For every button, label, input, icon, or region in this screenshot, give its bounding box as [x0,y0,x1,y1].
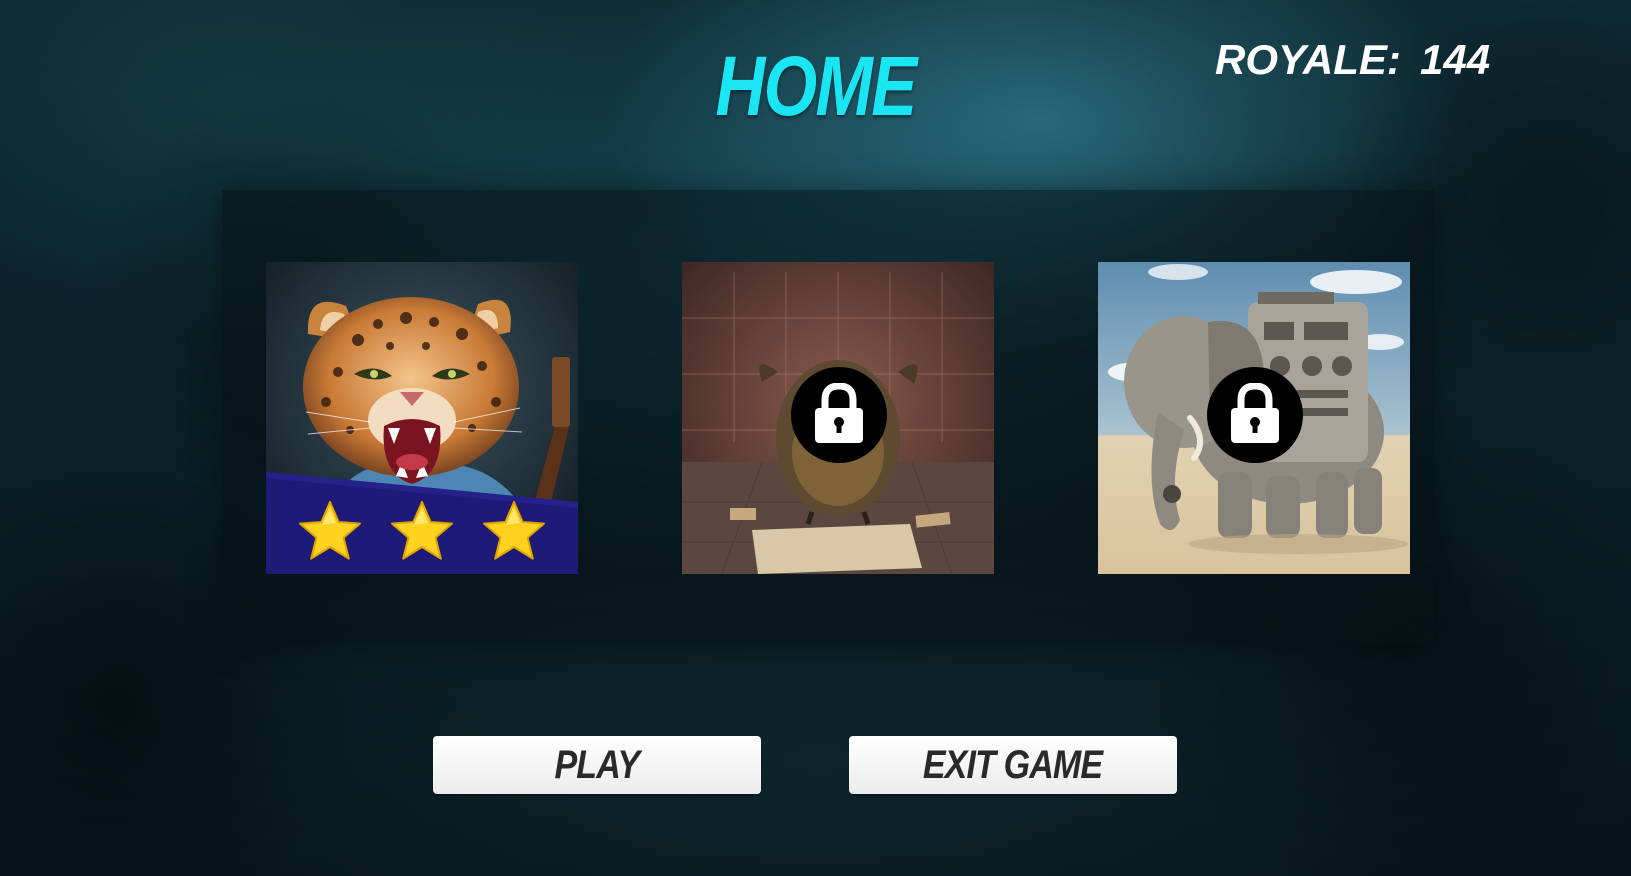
lock-badge [791,367,887,463]
exit-game-button-label: EXIT GAME [923,743,1103,787]
star-icon [299,501,361,560]
play-button[interactable]: PLAY [433,736,761,794]
lock-icon [1231,383,1279,443]
score-display: ROYALE: 144 [1215,36,1515,96]
star-rating [266,494,578,574]
star-icon [391,501,453,560]
play-button-label: PLAY [554,743,641,787]
score-label: ROYALE: [1215,36,1401,83]
score-value: 144 [1420,36,1491,83]
exit-game-button[interactable]: EXIT GAME [849,736,1177,794]
level-card-2[interactable] [682,262,994,574]
star-icon [483,501,545,560]
level-card-3[interactable] [1098,262,1410,574]
lock-badge [1207,367,1303,463]
lock-icon [815,383,863,443]
level-card-1[interactable] [266,262,578,574]
